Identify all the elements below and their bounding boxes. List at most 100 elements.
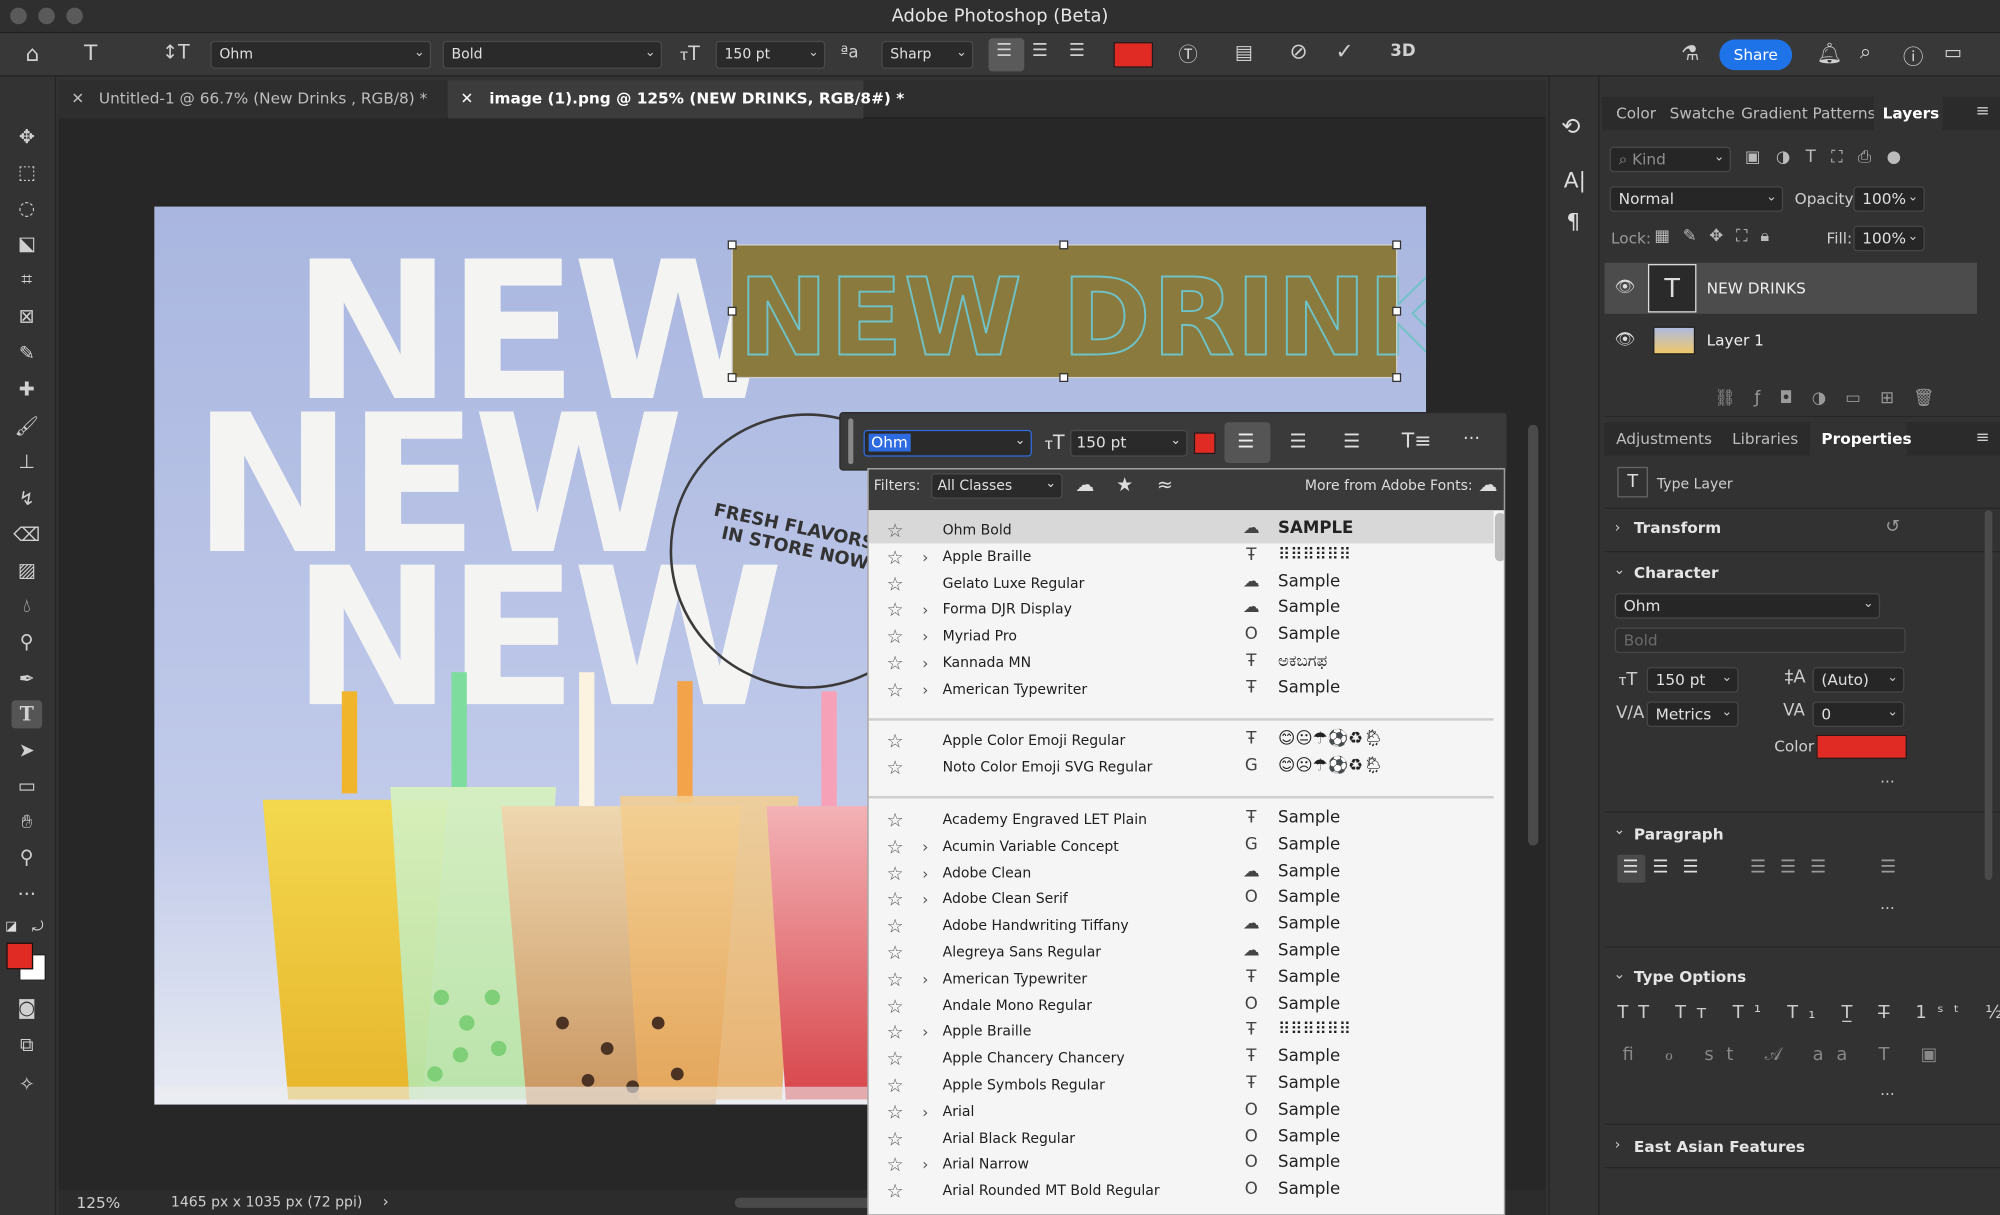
font-row[interactable]: ☆ Apple Color Emoji Regular Ŧ 😊😐☂⚽♻🌦 — [869, 728, 1494, 754]
history-brush-icon[interactable]: ↯ — [11, 485, 42, 513]
chevron-right-icon[interactable]: › — [922, 544, 928, 570]
similar-fonts-icon[interactable]: ≈ — [1157, 473, 1173, 496]
eyedropper-tool-icon[interactable]: ✎ — [11, 339, 42, 367]
chevron-right-icon[interactable]: › — [1615, 1136, 1621, 1153]
eraser-tool-icon[interactable]: ⌫ — [11, 520, 42, 548]
move-tool-icon[interactable]: ✥ — [11, 122, 42, 150]
history-icon[interactable]: ⟲ — [1561, 114, 1580, 141]
ctx-color-swatch[interactable] — [1193, 432, 1216, 455]
font-size-dropdown[interactable]: 150 pt ⌄ — [715, 40, 826, 69]
favorite-star-icon[interactable]: ☆ — [886, 1179, 903, 1205]
text-options-icon[interactable]: T≡ — [1402, 429, 1432, 453]
layer-kind-filter[interactable]: ⌕ Kind ⌄ — [1609, 146, 1731, 173]
reset-transform-icon[interactable]: ↺ — [1885, 517, 1900, 537]
eye-icon[interactable]: 👁︎ — [1615, 330, 1636, 349]
chevron-right-icon[interactable]: › — [922, 677, 928, 703]
paragraph-justify-icons[interactable]: ☰☰☰ — [1750, 857, 1840, 877]
character-color-swatch[interactable] — [1816, 734, 1907, 759]
warp-text-icon[interactable]: Ⓣ — [1179, 41, 1198, 68]
rectangle-tool-icon[interactable]: ▭ — [11, 772, 42, 800]
type-options-section[interactable]: Type Options — [1634, 968, 1746, 986]
status-menu-arrow[interactable]: › — [383, 1193, 389, 1211]
font-row[interactable]: ☆ › Apple Braille Ŧ ⠿⠿⠿⠿⠿⠿ — [869, 1020, 1494, 1046]
font-row[interactable]: ☆ Apple Chancery Chancery Ŧ Sample — [869, 1046, 1494, 1072]
stamp-tool-icon[interactable]: ⊥ — [11, 448, 42, 476]
toggle-orientation-icon[interactable]: ↕T — [162, 41, 190, 64]
cancel-icon[interactable]: ⊘ — [1290, 40, 1308, 66]
favorite-star-icon[interactable]: ☆ — [886, 1152, 903, 1178]
close-tab-icon[interactable]: ✕ — [71, 89, 84, 107]
ctx-more-icon[interactable]: ··· — [1463, 429, 1480, 449]
tab-layers[interactable]: Layers — [1883, 105, 1940, 123]
layer-row-new-drinks[interactable]: 👁︎ T NEW DRINKS — [1604, 262, 1978, 314]
font-row[interactable]: ☆ Gelato Luxe Regular ☁ Sample — [869, 571, 1494, 597]
font-family-dropdown[interactable]: Ohm ⌄ — [210, 40, 432, 69]
favorite-star-icon[interactable]: ☆ — [886, 755, 903, 781]
opentype-icons[interactable]: ﬁ ℴ st 𝒜 aa T ▣ — [1622, 1045, 1950, 1065]
favorite-star-icon[interactable]: ☆ — [886, 728, 903, 754]
antialias-dropdown[interactable]: Sharp ⌄ — [881, 40, 974, 69]
more-options-icon[interactable]: ··· — [1880, 1085, 1895, 1103]
justify-all-icon[interactable]: ☰ — [1880, 857, 1896, 877]
vertical-scrollbar[interactable] — [1528, 424, 1539, 846]
ctx-size-field[interactable]: 150 pt ⌄ — [1070, 429, 1188, 457]
font-row[interactable]: ☆ Andale Mono Regular O Sample — [869, 993, 1494, 1019]
zoom-level[interactable]: 125% — [77, 1194, 121, 1212]
font-row[interactable]: ☆ › American Typewriter Ŧ Sample — [869, 677, 1494, 703]
tab-image[interactable]: ✕ image (1).png @ 125% (NEW DRINKS, RGB/… — [447, 80, 904, 119]
favorite-star-icon[interactable]: ☆ — [886, 887, 903, 913]
panel-menu-icon[interactable]: ≡ — [1976, 102, 1990, 121]
font-row[interactable]: ☆ Arial Rounded MT Bold Regular O Sample — [869, 1179, 1494, 1205]
3d-icon[interactable]: 3D — [1390, 42, 1415, 61]
tab-adjustments[interactable]: Adjustments — [1616, 430, 1712, 448]
font-row[interactable]: ☆ › Apple Braille Ŧ ⠿⠿⠿⠿⠿⠿ — [869, 544, 1494, 570]
commit-check-icon[interactable]: ✓ — [1335, 40, 1353, 66]
character-font-dropdown[interactable]: Ohm ⌄ — [1614, 593, 1881, 619]
type-tool-icon[interactable]: T — [84, 41, 97, 67]
font-row[interactable]: ☆ Academy Engraved LET Plain Ŧ Sample — [869, 807, 1494, 833]
chevron-down-icon[interactable]: ⌄ — [1614, 966, 1626, 983]
align-right-icon[interactable]: ☰ — [1069, 41, 1085, 61]
chevron-right-icon[interactable]: › — [922, 1152, 928, 1178]
character-icon[interactable]: A| — [1564, 168, 1586, 194]
favorite-star-icon[interactable]: ☆ — [886, 597, 903, 623]
font-row[interactable]: ☆ Noto Color Emoji SVG Regular G 😊☹☂⚽♻🌦 — [869, 755, 1494, 781]
close-tab-icon[interactable]: ✕ — [460, 89, 473, 107]
type-tool-icon[interactable]: T — [11, 700, 43, 729]
chevron-right-icon[interactable]: › — [922, 624, 928, 650]
favorite-star-icon[interactable]: ☆ — [886, 967, 903, 993]
drag-handle[interactable] — [848, 418, 854, 465]
favorite-star-icon[interactable]: ☆ — [886, 1126, 903, 1152]
chevron-right-icon[interactable]: › — [922, 967, 928, 993]
font-row[interactable]: ☆ › Kannada MN Ŧ ಅಕಬಗಫ — [869, 651, 1494, 677]
eye-icon[interactable]: 👁︎ — [1615, 278, 1636, 297]
beaker-icon[interactable]: ⚗ — [1681, 41, 1699, 65]
ctx-font-field[interactable]: Ohm ⌄ — [863, 429, 1032, 457]
font-row[interactable]: ☆ Apple Symbols Regular Ŧ Sample — [869, 1073, 1494, 1099]
font-list-scrollbar[interactable] — [1494, 512, 1504, 562]
quick-mask-icon[interactable]: ◙ — [11, 994, 42, 1022]
font-row[interactable]: ☆ › Acumin Variable Concept G Sample — [869, 834, 1494, 860]
font-row[interactable]: ☆ › Forma DJR Display ☁ Sample — [869, 597, 1494, 623]
tab-libraries[interactable]: Libraries — [1732, 430, 1798, 448]
healing-brush-icon[interactable]: ✚ — [11, 375, 42, 403]
workspace-icon[interactable]: ▭ — [1944, 41, 1962, 64]
font-row[interactable]: ☆ › American Typewriter Ŧ Sample — [869, 967, 1494, 993]
tab-color[interactable]: Color — [1616, 105, 1656, 123]
align-center-icon[interactable]: ☰ — [1290, 430, 1307, 453]
tab-patterns[interactable]: Patterns — [1812, 105, 1875, 123]
layer-filter-icons[interactable]: ▣◑T⛶⎙● — [1745, 148, 1916, 167]
lock-icons[interactable]: ▦✎✥⛶🔒︎ — [1654, 227, 1782, 246]
font-row[interactable]: ☆ Adobe Handwriting Tiffany ☁ Sample — [869, 914, 1494, 940]
lasso-tool-icon[interactable]: ◌ — [11, 194, 42, 222]
tab-swatches[interactable]: Swatche — [1670, 105, 1735, 123]
align-center-icon[interactable]: ☰ — [1032, 41, 1048, 61]
favorite-star-icon[interactable]: ☆ — [886, 518, 903, 544]
chevron-right-icon[interactable]: › — [1615, 519, 1621, 536]
adobe-fonts-filter-icon[interactable]: ☁ — [1075, 473, 1094, 496]
search-icon[interactable]: ⌕ — [1860, 40, 1871, 66]
chevron-right-icon[interactable]: › — [922, 651, 928, 677]
screen-mode-icon[interactable]: ⧉ — [11, 1031, 42, 1059]
layer-row-layer-1[interactable]: 👁︎ Layer 1 — [1605, 315, 1977, 366]
favorite-star-icon[interactable]: ☆ — [886, 1099, 903, 1125]
